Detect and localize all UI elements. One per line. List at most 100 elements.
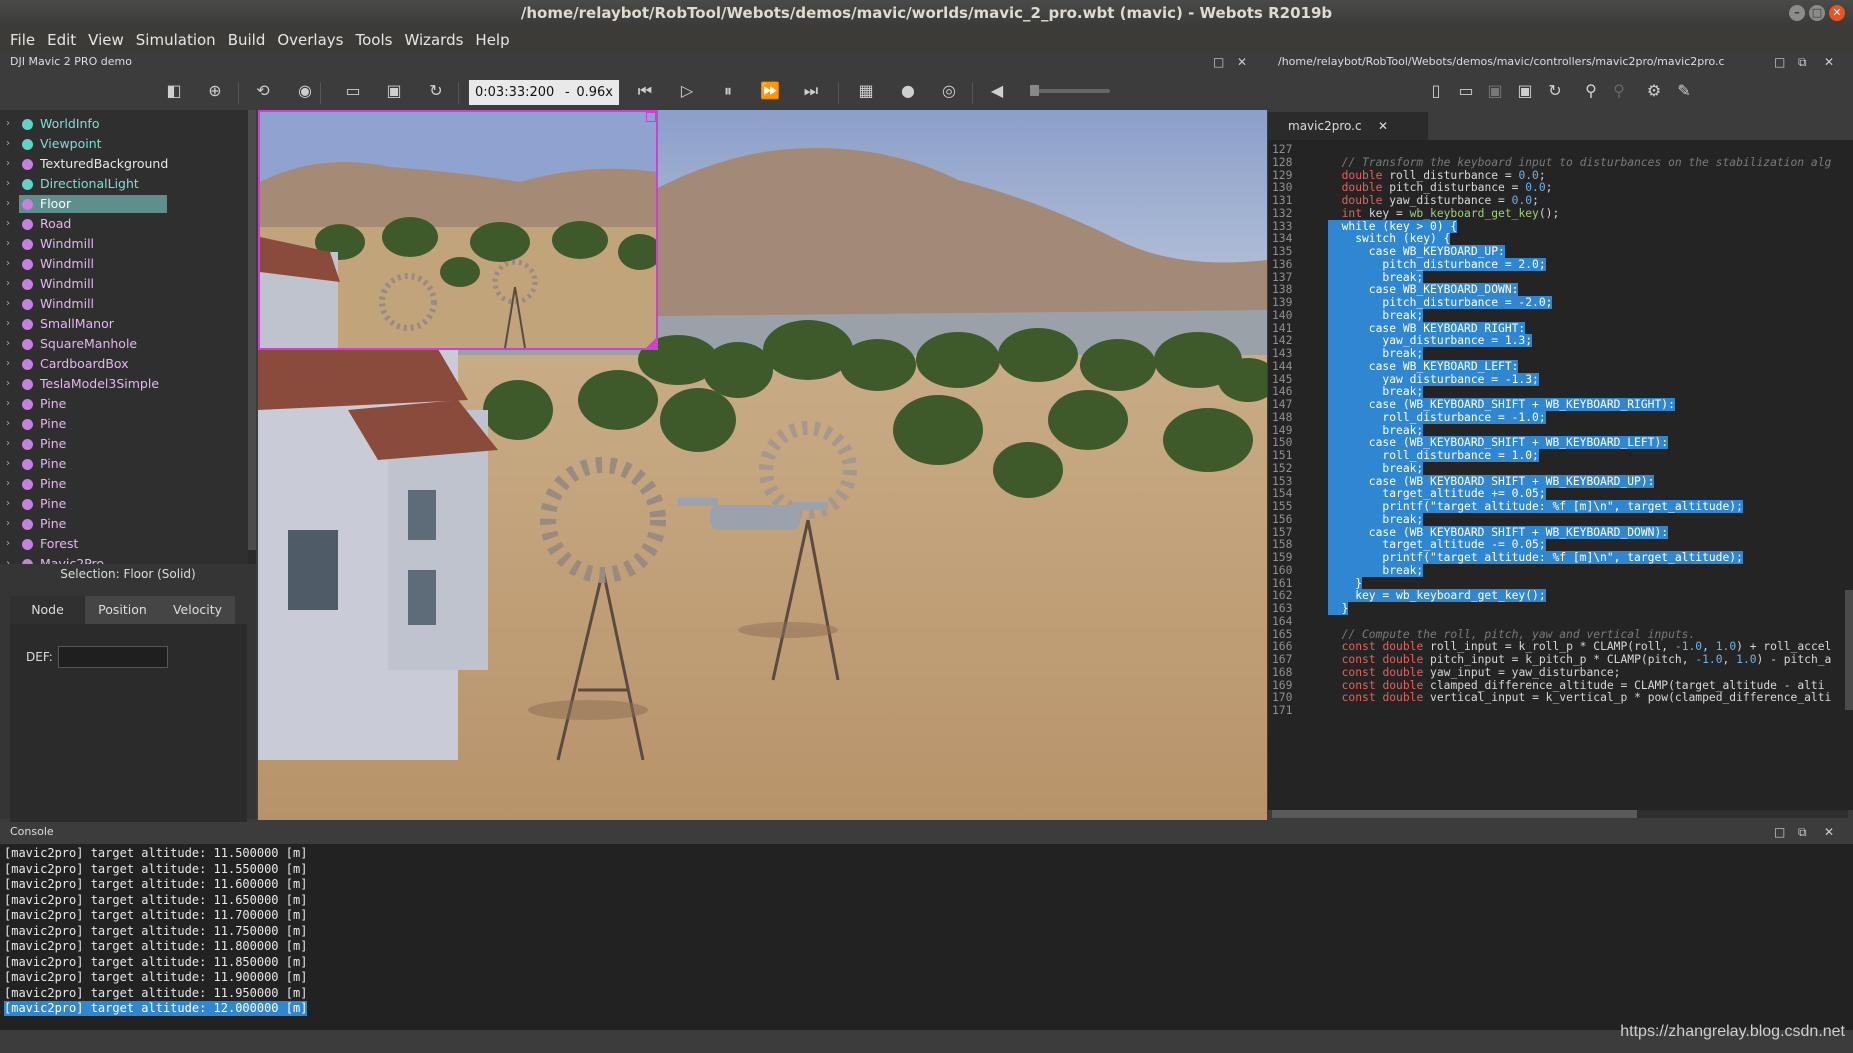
expand-arrow-icon[interactable]: › [6,474,10,494]
tab-position[interactable]: Position [85,596,160,624]
code-horizontal-scrollbar[interactable] [1272,810,1848,818]
code-line[interactable]: 171 [1268,703,1853,718]
scene-tree-item[interactable]: › TexturedBackground [0,154,248,174]
scene-tree-item[interactable]: › SquareManhole [0,334,248,354]
console-line[interactable]: [mavic2pro] target altitude: 11.700000 [… [4,908,307,923]
scene-tree-item[interactable]: › Pine [0,414,248,434]
clean-icon[interactable]: ✎ [1673,80,1695,102]
console-line[interactable]: [mavic2pro] target altitude: 11.750000 [… [4,924,307,939]
fast-forward-icon[interactable]: ⏩ [759,80,781,102]
find-next-icon[interactable]: ⚲ [1608,80,1630,102]
overlay-close-handle[interactable] [646,112,656,122]
scene-tree[interactable]: › WorldInfo › Viewpoint › TexturedBackground ›… [0,110,248,564]
console-line[interactable]: [mavic2pro] target altitude: 11.650000 [… [4,893,307,908]
expand-arrow-icon[interactable]: › [6,554,10,564]
step-icon[interactable]: ▷ [676,80,698,102]
editor-tab[interactable]: mavic2pro.c ✕ [1268,112,1428,140]
scene-tree-item[interactable]: › Forest [0,534,248,554]
menu-tools[interactable]: Tools [355,31,392,49]
tab-velocity[interactable]: Velocity [160,596,235,624]
save-world-icon[interactable]: ▣ [383,80,405,102]
editor-maximize-icon[interactable]: □ [1774,52,1785,72]
console-maximize-icon[interactable]: □ [1774,822,1785,842]
expand-arrow-icon[interactable]: › [6,274,10,294]
editor-tab-close-icon[interactable]: ✕ [1378,112,1388,140]
menu-wizards[interactable]: Wizards [404,31,463,49]
expand-arrow-icon[interactable]: › [6,254,10,274]
volume-slider-handle[interactable] [1030,85,1039,96]
expand-arrow-icon[interactable]: › [6,354,10,374]
revert-icon[interactable]: ↻ [1544,80,1566,102]
console-line[interactable]: [mavic2pro] target altitude: 11.600000 [… [4,877,307,892]
volume-slider[interactable] [1030,85,1110,96]
save-file-icon[interactable]: ▣ [1484,80,1506,102]
expand-arrow-icon[interactable]: › [6,414,10,434]
expand-arrow-icon[interactable]: › [6,114,10,134]
console-line[interactable]: [mavic2pro] target altitude: 11.500000 [… [4,846,307,861]
fastest-icon[interactable]: ⏭ [800,80,822,102]
scene-tree-item[interactable]: › SmallManor [0,314,248,334]
menu-file[interactable]: File [10,31,35,49]
mute-icon[interactable]: ◀ [986,80,1008,102]
expand-arrow-icon[interactable]: › [6,394,10,414]
scene-tree-item[interactable]: › TeslaModel3Simple [0,374,248,394]
console-line[interactable]: [mavic2pro] target altitude: 11.800000 [… [4,939,307,954]
expand-arrow-icon[interactable]: › [6,234,10,254]
panel-maximize-icon[interactable]: □ [1213,52,1224,72]
view-icon[interactable]: ◉ [294,80,316,102]
code-vertical-scrollbar[interactable] [1845,590,1853,710]
scene-tree-item[interactable]: › CardboardBox [0,354,248,374]
restore-viewpoint-icon[interactable]: ⟲ [252,80,274,102]
expand-arrow-icon[interactable]: › [6,514,10,534]
camera-overlay[interactable] [258,110,658,350]
pause-icon[interactable]: ⏸ [717,80,739,102]
panel-close-icon[interactable]: ✕ [1237,52,1247,72]
menu-edit[interactable]: Edit [47,31,76,49]
scene-tree-item[interactable]: › Windmill [0,234,248,254]
expand-arrow-icon[interactable]: › [6,534,10,554]
expand-arrow-icon[interactable]: › [6,374,10,394]
console-float-icon[interactable]: ⧉ [1798,822,1807,842]
menu-help[interactable]: Help [475,31,509,49]
reset-simulation-icon[interactable]: ⏮ [634,80,656,102]
record-movie-icon[interactable]: ▦ [855,80,877,102]
save-all-icon[interactable]: ▣ [1514,80,1536,102]
scene-tree-item[interactable]: › Pine [0,514,248,534]
console-line[interactable]: [mavic2pro] target altitude: 11.900000 [… [4,970,307,985]
scene-tree-item[interactable]: › Viewpoint [0,134,248,154]
menu-build[interactable]: Build [228,31,266,49]
expand-arrow-icon[interactable]: › [6,134,10,154]
open-file-icon[interactable]: ▭ [1455,80,1477,102]
record-animation-icon[interactable]: ● [897,80,919,102]
add-node-icon[interactable]: ⊕ [204,80,226,102]
editor-float-icon[interactable]: ⧉ [1798,52,1807,72]
console-line[interactable]: [mavic2pro] target altitude: 11.950000 [… [4,986,307,1001]
scene-tree-item[interactable]: › Road [0,214,248,234]
expand-arrow-icon[interactable]: › [6,314,10,334]
screenshot-icon[interactable]: ◎ [938,80,960,102]
scene-tree-item[interactable]: › DirectionalLight [0,174,248,194]
find-icon[interactable]: ⚲ [1580,80,1602,102]
expand-arrow-icon[interactable]: › [6,174,10,194]
expand-arrow-icon[interactable]: › [6,294,10,314]
console-line[interactable]: [mavic2pro] target altitude: 11.550000 [… [4,862,307,877]
maximize-icon[interactable]: □ [1809,5,1825,21]
open-world-icon[interactable]: ▭ [342,80,364,102]
close-icon[interactable]: ✕ [1829,5,1845,21]
scene-tree-item[interactable]: › Windmill [0,254,248,274]
expand-arrow-icon[interactable]: › [6,214,10,234]
overlay-resize-handle[interactable] [646,338,656,348]
console-output[interactable]: [mavic2pro] target altitude: 11.500000 [… [0,844,1853,1030]
scene-tree-item[interactable]: › Pine [0,434,248,454]
def-input[interactable] [58,646,168,668]
editor-close-icon[interactable]: ✕ [1824,52,1834,72]
expand-arrow-icon[interactable]: › [6,194,10,214]
build-settings-icon[interactable]: ⚙ [1643,80,1665,102]
tab-node[interactable]: Node [10,596,85,624]
code-editor[interactable]: 127 128 // Transform the keyboard input t… [1268,140,1853,810]
menu-view[interactable]: View [88,31,124,49]
console-line[interactable]: [mavic2pro] target altitude: 12.000000 [… [4,1001,308,1016]
scene-tree-item[interactable]: › Pine [0,454,248,474]
expand-arrow-icon[interactable]: › [6,334,10,354]
scene-tree-item[interactable]: › Pine [0,394,248,414]
